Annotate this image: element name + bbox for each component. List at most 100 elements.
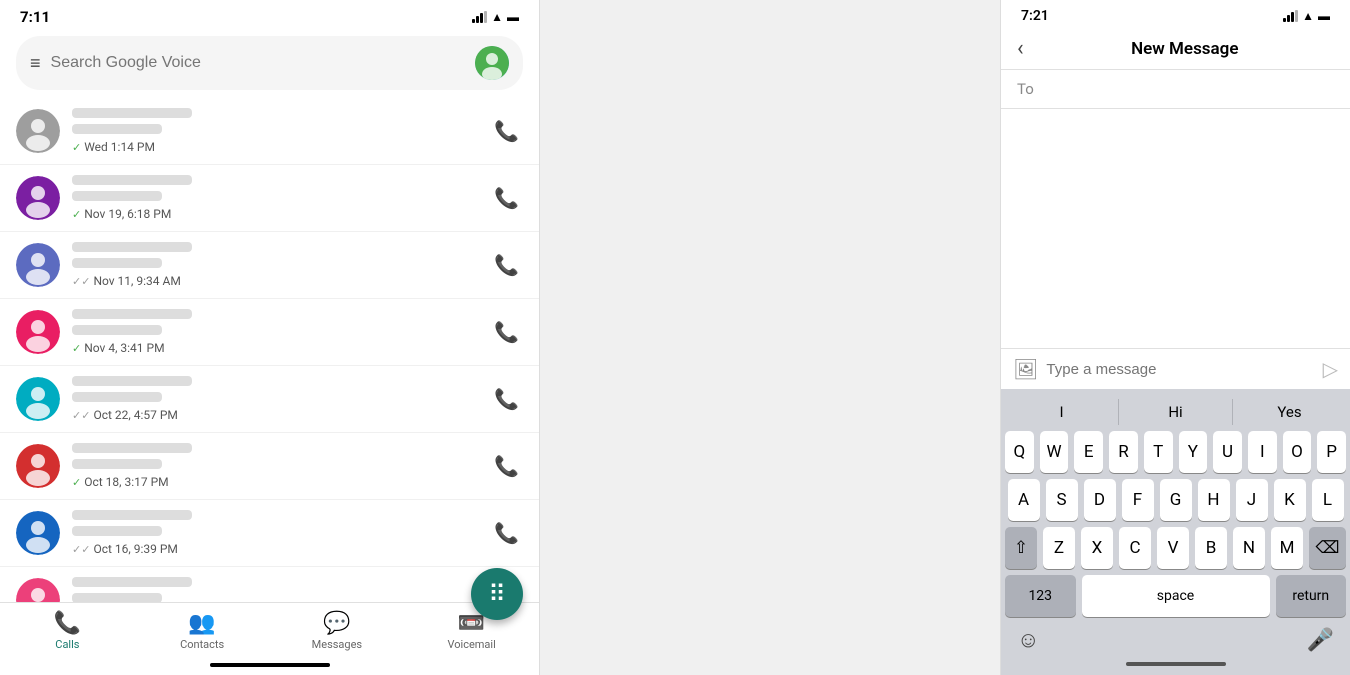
suggestion-hi[interactable]: Hi [1119, 399, 1233, 425]
key-h[interactable]: H [1198, 479, 1230, 521]
contact-info: ✓✓ Oct 16, 9:39 PM [72, 510, 478, 556]
status-icons-right: ▲ ▬ [1283, 9, 1330, 23]
nav-voicemail[interactable]: 📼 Voicemail [404, 611, 539, 651]
signal-icon [472, 11, 487, 23]
delete-key[interactable]: ⌫ [1309, 527, 1346, 569]
message-input-bar: 🖼 ▷ [1001, 348, 1350, 389]
key-d[interactable]: D [1084, 479, 1116, 521]
emoji-mic-row: ☺ 🎤 [1005, 623, 1346, 655]
key-k[interactable]: K [1274, 479, 1306, 521]
key-n[interactable]: N [1233, 527, 1265, 569]
key-p[interactable]: P [1317, 431, 1346, 473]
contact-item[interactable]: ✓✓ Oct 22, 4:57 PM📞 [0, 366, 539, 433]
contact-timestamp: Oct 16, 9:39 PM [93, 542, 177, 556]
key-t[interactable]: T [1144, 431, 1173, 473]
image-icon[interactable]: 🖼 [1013, 357, 1038, 381]
return-key[interactable]: return [1276, 575, 1347, 617]
contact-item[interactable]: ✓ Wed 1:14 PM 📞 [0, 98, 539, 165]
message-area [1001, 109, 1350, 348]
signal-icon-right [1283, 10, 1298, 22]
contact-item[interactable]: ✓ Nov 4, 3:41 PM 📞 [0, 299, 539, 366]
contact-item[interactable]: ✓ Oct 4, 12:09 PM📞 [0, 567, 539, 602]
contact-avatar [16, 377, 60, 421]
mic-button[interactable]: 🎤 [1307, 628, 1334, 653]
key-j[interactable]: J [1236, 479, 1268, 521]
back-button[interactable]: ‹ [1017, 36, 1024, 61]
key-row-1: Q W E R T Y U I O P [1005, 431, 1346, 473]
key-row-2: A S D F G H J K L [1005, 479, 1346, 521]
key-r[interactable]: R [1109, 431, 1138, 473]
suggestion-yes[interactable]: Yes [1233, 399, 1346, 425]
key-i[interactable]: I [1248, 431, 1277, 473]
to-field[interactable]: To [1001, 70, 1350, 109]
key-x[interactable]: X [1081, 527, 1113, 569]
key-o[interactable]: O [1283, 431, 1312, 473]
contact-time: ✓✓ Nov 11, 9:34 AM [72, 274, 478, 288]
message-input[interactable] [1046, 361, 1314, 378]
call-button[interactable]: 📞 [490, 115, 523, 147]
space-key[interactable]: space [1082, 575, 1270, 617]
search-bar[interactable]: ≡ [16, 36, 523, 90]
call-button[interactable]: 📞 [490, 383, 523, 415]
time-left: 7:11 [20, 8, 50, 26]
nav-contacts[interactable]: 👥 Contacts [135, 611, 270, 651]
nav-messages[interactable]: 💬 Messages [270, 611, 405, 651]
search-input[interactable] [51, 54, 465, 72]
key-s[interactable]: S [1046, 479, 1078, 521]
key-m[interactable]: M [1271, 527, 1303, 569]
key-g[interactable]: G [1160, 479, 1192, 521]
key-a[interactable]: A [1008, 479, 1040, 521]
fab-button[interactable]: ⠿ [471, 568, 523, 620]
contact-name-blur [72, 443, 192, 453]
key-u[interactable]: U [1213, 431, 1242, 473]
phone-right: 7:21 ▲ ▬ ‹ New Message To 🖼 ▷ I Hi Yes [1000, 0, 1350, 675]
contact-item[interactable]: ✓✓ Nov 11, 9:34 AM 📞 [0, 232, 539, 299]
key-z[interactable]: Z [1043, 527, 1075, 569]
battery-icon: ▬ [507, 10, 519, 24]
contact-timestamp: Wed 1:14 PM [84, 140, 155, 154]
status-bar-right: 7:21 ▲ ▬ [1001, 0, 1350, 28]
call-button[interactable]: 📞 [490, 517, 523, 549]
key-c[interactable]: C [1119, 527, 1151, 569]
wifi-icon: ▲ [491, 10, 503, 24]
status-bar-left: 7:11 ▲ ▬ [0, 0, 539, 30]
contact-name-blur [72, 376, 192, 386]
key-w[interactable]: W [1040, 431, 1069, 473]
shift-key[interactable]: ⇧ [1005, 527, 1037, 569]
home-indicator-left [0, 655, 539, 675]
key-e[interactable]: E [1074, 431, 1103, 473]
numbers-key[interactable]: 123 [1005, 575, 1076, 617]
suggestion-i[interactable]: I [1005, 399, 1119, 425]
check-icon: ✓ [72, 476, 81, 489]
call-button[interactable]: 📞 [490, 316, 523, 348]
contact-item[interactable]: ✓ Oct 18, 3:17 PM📞 [0, 433, 539, 500]
key-q[interactable]: Q [1005, 431, 1034, 473]
key-l[interactable]: L [1312, 479, 1344, 521]
contact-info: ✓ Oct 4, 12:09 PM [72, 577, 478, 602]
emoji-button[interactable]: ☺ [1017, 627, 1039, 653]
bottom-nav: 📞 Calls 👥 Contacts 💬 Messages 📼 Voicemai… [0, 602, 539, 655]
call-button[interactable]: 📞 [490, 249, 523, 281]
contact-name-blur2 [72, 526, 162, 536]
contact-avatar [16, 310, 60, 354]
key-b[interactable]: B [1195, 527, 1227, 569]
to-input[interactable] [1042, 81, 1334, 98]
key-v[interactable]: V [1157, 527, 1189, 569]
contact-time: ✓ Nov 4, 3:41 PM [72, 341, 478, 355]
nav-calls[interactable]: 📞 Calls [0, 611, 135, 651]
contact-item[interactable]: ✓✓ Oct 16, 9:39 PM 📞 [0, 500, 539, 567]
key-y[interactable]: Y [1179, 431, 1208, 473]
key-row-3: ⇧ Z X C V B N M ⌫ [1005, 527, 1346, 569]
wifi-icon-right: ▲ [1302, 9, 1314, 23]
call-button[interactable]: 📞 [490, 182, 523, 214]
contact-time: ✓ Wed 1:14 PM [72, 140, 478, 154]
send-icon[interactable]: ▷ [1323, 357, 1338, 381]
phone-left: 7:11 ▲ ▬ ≡ ✓ Wed 1:14 PM📞 ✓ No [0, 0, 540, 675]
key-f[interactable]: F [1122, 479, 1154, 521]
call-button[interactable]: 📞 [490, 450, 523, 482]
contact-info: ✓ Wed 1:14 PM [72, 108, 478, 154]
home-indicator-right [1005, 655, 1346, 673]
contact-avatar [16, 176, 60, 220]
contact-item[interactable]: ✓ Nov 19, 6:18 PM📞 [0, 165, 539, 232]
contact-info: ✓✓ Nov 11, 9:34 AM [72, 242, 478, 288]
